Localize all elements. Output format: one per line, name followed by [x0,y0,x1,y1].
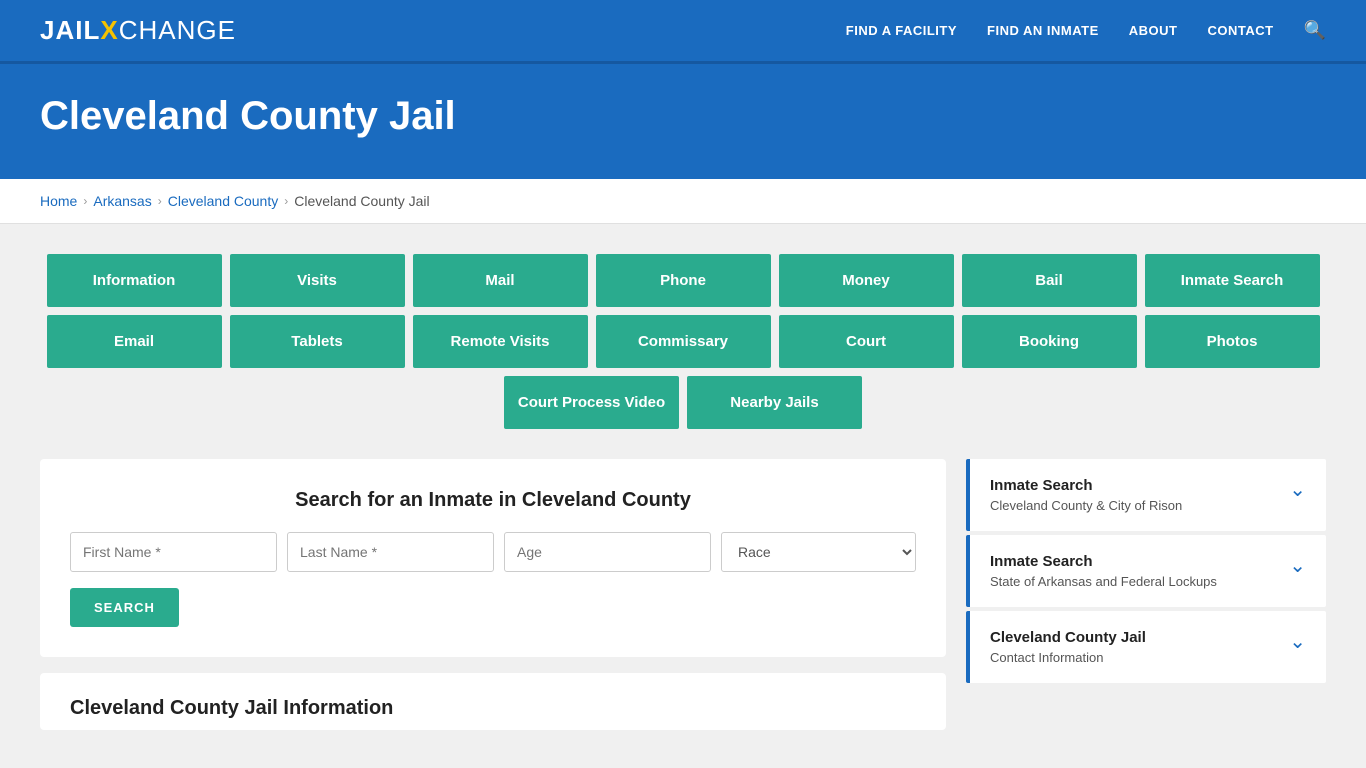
tile-visits[interactable]: Visits [230,254,405,307]
tile-commissary[interactable]: Commissary [596,315,771,368]
left-column: Search for an Inmate in Cleveland County… [40,459,946,730]
search-icon[interactable]: 🔍 [1304,20,1326,41]
content-layout: Search for an Inmate in Cleveland County… [40,459,1326,730]
sidebar: Inmate Search Cleveland County & City of… [966,459,1326,687]
tile-money[interactable]: Money [779,254,954,307]
info-section: Cleveland County Jail Information [40,673,946,730]
tile-information[interactable]: Information [47,254,222,307]
tile-mail[interactable]: Mail [413,254,588,307]
tile-tablets[interactable]: Tablets [230,315,405,368]
breadcrumb-sep-1: › [83,194,87,208]
tile-remote-visits[interactable]: Remote Visits [413,315,588,368]
breadcrumb-sep-2: › [158,194,162,208]
chevron-down-icon-2: ⌄ [1289,553,1306,578]
nav-find-inmate[interactable]: FIND AN INMATE [987,23,1099,38]
search-title: Search for an Inmate in Cleveland County [70,489,916,512]
site-header: JAILXCHANGE FIND A FACILITY FIND AN INMA… [0,0,1366,64]
tile-nearby-jails[interactable]: Nearby Jails [687,376,862,429]
page-title: Cleveland County Jail [40,94,1326,139]
logo-x-text: X [100,15,118,46]
nav-contact[interactable]: CONTACT [1207,23,1273,38]
info-section-title: Cleveland County Jail Information [70,697,916,720]
sidebar-item-title-3: Cleveland County Jail [990,629,1146,646]
hero-section: Cleveland County Jail [0,64,1366,179]
tiles-row-1: Information Visits Mail Phone Money Bail… [40,254,1326,307]
sidebar-item-contact-info[interactable]: Cleveland County Jail Contact Informatio… [966,611,1326,683]
sidebar-item-text-3: Cleveland County Jail Contact Informatio… [990,629,1146,665]
chevron-down-icon-3: ⌄ [1289,629,1306,654]
logo-exchange-text: CHANGE [119,15,236,46]
sidebar-item-subtitle-2: State of Arkansas and Federal Lockups [990,574,1217,589]
breadcrumb-bar: Home › Arkansas › Cleveland County › Cle… [0,179,1366,224]
inmate-search-box: Search for an Inmate in Cleveland County… [40,459,946,657]
age-input[interactable] [504,532,711,572]
first-name-input[interactable] [70,532,277,572]
sidebar-item-subtitle-3: Contact Information [990,650,1146,665]
tile-booking[interactable]: Booking [962,315,1137,368]
breadcrumb-sep-3: › [284,194,288,208]
chevron-down-icon-1: ⌄ [1289,477,1306,502]
tile-bail[interactable]: Bail [962,254,1137,307]
tile-photos[interactable]: Photos [1145,315,1320,368]
search-button[interactable]: SEARCH [70,588,179,627]
tile-inmate-search[interactable]: Inmate Search [1145,254,1320,307]
nav-find-facility[interactable]: FIND A FACILITY [846,23,957,38]
tile-court-process-video[interactable]: Court Process Video [504,376,679,429]
breadcrumb: Home › Arkansas › Cleveland County › Cle… [40,193,1326,209]
sidebar-item-subtitle-1: Cleveland County & City of Rison [990,498,1182,513]
last-name-input[interactable] [287,532,494,572]
tiles-row-3: Court Process Video Nearby Jails [40,376,1326,429]
breadcrumb-cleveland-county[interactable]: Cleveland County [168,193,279,209]
logo-jail-text: JAIL [40,15,100,46]
search-fields: Race White Black Hispanic Asian Other [70,532,916,572]
sidebar-item-title-2: Inmate Search [990,553,1217,570]
tiles-section: Information Visits Mail Phone Money Bail… [40,254,1326,429]
breadcrumb-home[interactable]: Home [40,193,77,209]
sidebar-item-inmate-search-2[interactable]: Inmate Search State of Arkansas and Fede… [966,535,1326,607]
tiles-row-2: Email Tablets Remote Visits Commissary C… [40,315,1326,368]
tile-court[interactable]: Court [779,315,954,368]
sidebar-item-text-1: Inmate Search Cleveland County & City of… [990,477,1182,513]
main-nav: FIND A FACILITY FIND AN INMATE ABOUT CON… [846,20,1326,41]
main-content: Information Visits Mail Phone Money Bail… [0,224,1366,760]
sidebar-item-inmate-search-1[interactable]: Inmate Search Cleveland County & City of… [966,459,1326,531]
race-select[interactable]: Race White Black Hispanic Asian Other [721,532,916,572]
sidebar-item-text-2: Inmate Search State of Arkansas and Fede… [990,553,1217,589]
tile-email[interactable]: Email [47,315,222,368]
tile-phone[interactable]: Phone [596,254,771,307]
site-logo[interactable]: JAILXCHANGE [40,15,236,46]
breadcrumb-arkansas[interactable]: Arkansas [93,193,151,209]
sidebar-item-title-1: Inmate Search [990,477,1182,494]
nav-about[interactable]: ABOUT [1129,23,1178,38]
breadcrumb-current: Cleveland County Jail [294,193,429,209]
